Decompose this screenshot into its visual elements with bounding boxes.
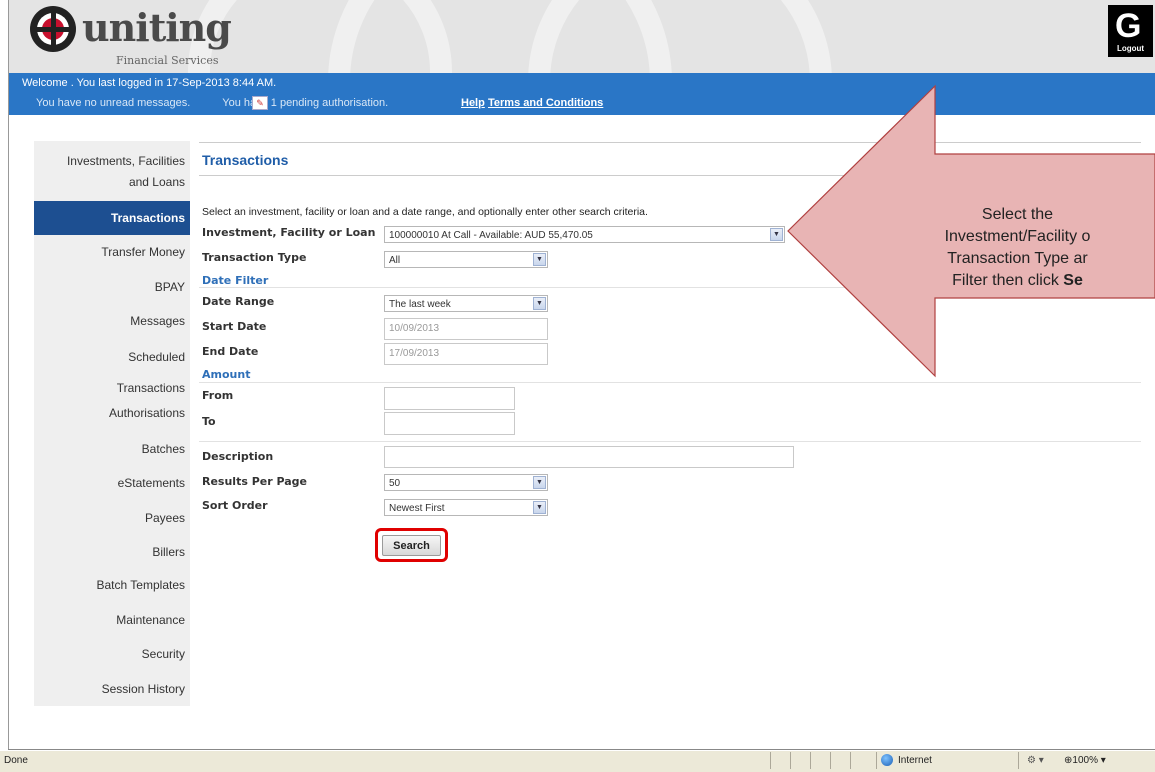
security-zone-text: Internet <box>898 755 932 766</box>
sidebar-item-security[interactable]: Security <box>34 647 185 661</box>
sort-order-value: Newest First <box>389 503 445 514</box>
to-label: To <box>202 415 216 428</box>
start-date-label: Start Date <box>202 320 267 333</box>
terms-link[interactable]: Terms and Conditions <box>488 97 603 109</box>
internet-zone-icon <box>881 754 893 766</box>
uniting-logo-icon <box>30 6 76 52</box>
status-separator <box>876 752 877 769</box>
callout-line-text: Filter then click <box>952 272 1064 289</box>
callout-text: Select the Investment/Facility o Transac… <box>880 204 1155 292</box>
status-bar <box>0 750 1155 772</box>
sidebar-item-transactions[interactable]: Transactions <box>34 211 185 225</box>
status-separator <box>810 752 811 769</box>
callout-line: Investment/Facility o <box>944 228 1091 245</box>
message-status: You have no unread messages. You have 1 … <box>36 97 388 109</box>
page-title: Transactions <box>202 152 289 168</box>
chevron-down-icon: ▾ <box>1100 755 1106 766</box>
amount-from-field[interactable] <box>384 387 515 410</box>
status-separator <box>850 752 851 769</box>
sidebar-item-authorisations[interactable]: Authorisations <box>34 406 185 420</box>
transaction-type-select[interactable]: All ▼ <box>384 251 548 268</box>
callout-line: Select the <box>981 206 1054 223</box>
chevron-down-icon: ▼ <box>533 476 546 489</box>
chevron-down-icon: ▼ <box>533 253 546 266</box>
logout-icon: G <box>1115 7 1142 45</box>
status-separator <box>770 752 771 769</box>
description-field[interactable] <box>384 446 794 468</box>
pending-authorisation-icon: ✎ <box>252 96 268 110</box>
status-text: Done <box>4 755 28 766</box>
chevron-down-icon: ▼ <box>533 297 546 310</box>
sort-order-select[interactable]: Newest First ▼ <box>384 499 548 516</box>
logout-label: Logout <box>1117 44 1145 53</box>
sidebar-item-label: Investments, Facilities <box>66 154 185 168</box>
divider <box>199 382 1141 383</box>
divider <box>199 441 1141 442</box>
brand-subtitle: Financial Services <box>116 54 219 67</box>
transaction-type-label: Transaction Type <box>202 251 307 264</box>
end-date-field[interactable]: 17/09/2013 <box>384 343 548 365</box>
sidebar-item-bpay[interactable]: BPAY <box>34 280 185 294</box>
search-button[interactable]: Search <box>382 535 441 556</box>
status-separator <box>830 752 831 769</box>
sidebar-item-label: Scheduled <box>128 350 185 364</box>
unread-messages-text[interactable]: You have no unread messages. <box>36 97 190 109</box>
status-separator <box>1018 752 1019 769</box>
results-per-page-value: 50 <box>389 478 401 489</box>
sidebar-item-messages[interactable]: Messages <box>34 314 185 328</box>
results-per-page-label: Results Per Page <box>202 475 308 488</box>
pending-authorisation-text[interactable]: You have 1 pending authorisation. <box>222 97 388 109</box>
chevron-down-icon: ▼ <box>533 501 546 514</box>
investment-select-value: 100000010 At Call - Available: AUD 55,47… <box>389 230 593 241</box>
start-date-field[interactable]: 10/09/2013 <box>384 318 548 340</box>
from-label: From <box>202 389 234 402</box>
callout-line: Transaction Type ar <box>947 250 1088 267</box>
date-filter-heading: Date Filter <box>202 274 269 287</box>
protected-mode-icon[interactable]: ⚙ ▾ <box>1027 755 1044 766</box>
sidebar-item-label: and Loans <box>128 175 185 189</box>
sort-order-label: Sort Order <box>202 499 268 512</box>
callout-line-bold: Se <box>1063 272 1083 289</box>
sidebar-item-label: Transactions <box>116 381 185 395</box>
callout-line: Filter then click Se <box>880 270 1155 292</box>
sidebar-item-batch-templates[interactable]: Batch Templates <box>34 578 186 592</box>
logout-button[interactable]: G Logout <box>1108 5 1153 57</box>
sidebar-item-payees[interactable]: Payees <box>34 511 185 525</box>
sidebar-item-transfer-money[interactable]: Transfer Money <box>34 245 185 259</box>
date-range-select[interactable]: The last week ▼ <box>384 295 548 312</box>
welcome-text: Welcome . You last logged in 17-Sep-2013… <box>22 77 277 89</box>
amount-heading: Amount <box>202 368 251 381</box>
help-link[interactable]: Help <box>461 97 485 109</box>
amount-to-field[interactable] <box>384 412 515 435</box>
investment-label: Investment, Facility or Loan <box>202 226 376 239</box>
date-range-label: Date Range <box>202 295 275 308</box>
investment-select[interactable]: 100000010 At Call - Available: AUD 55,47… <box>384 226 785 243</box>
results-per-page-select[interactable]: 50 ▼ <box>384 474 548 491</box>
transaction-type-value: All <box>389 255 401 266</box>
brand-name: uniting <box>82 5 232 50</box>
zoom-level: 100% <box>1072 755 1098 766</box>
sidebar-item-billers[interactable]: Billers <box>34 545 185 559</box>
window-border <box>8 0 9 750</box>
sidebar-item-investments[interactable]: Investments, Facilities and Loans <box>34 151 185 193</box>
status-separator <box>790 752 791 769</box>
sidebar-item-scheduled-transactions[interactable]: Scheduled Transactions <box>34 342 185 404</box>
sidebar-item-session-history[interactable]: Session History <box>34 682 185 696</box>
instructions-text: Select an investment, facility or loan a… <box>202 206 648 218</box>
sidebar-item-estatements[interactable]: eStatements <box>34 476 185 490</box>
date-range-value: The last week <box>389 299 451 310</box>
sidebar-item-batches[interactable]: Batches <box>34 442 185 456</box>
zoom-control[interactable]: ⊕100% ▾ <box>1064 755 1106 766</box>
sidebar-item-maintenance[interactable]: Maintenance <box>34 613 185 627</box>
end-date-label: End Date <box>202 345 259 358</box>
description-label: Description <box>202 450 274 463</box>
